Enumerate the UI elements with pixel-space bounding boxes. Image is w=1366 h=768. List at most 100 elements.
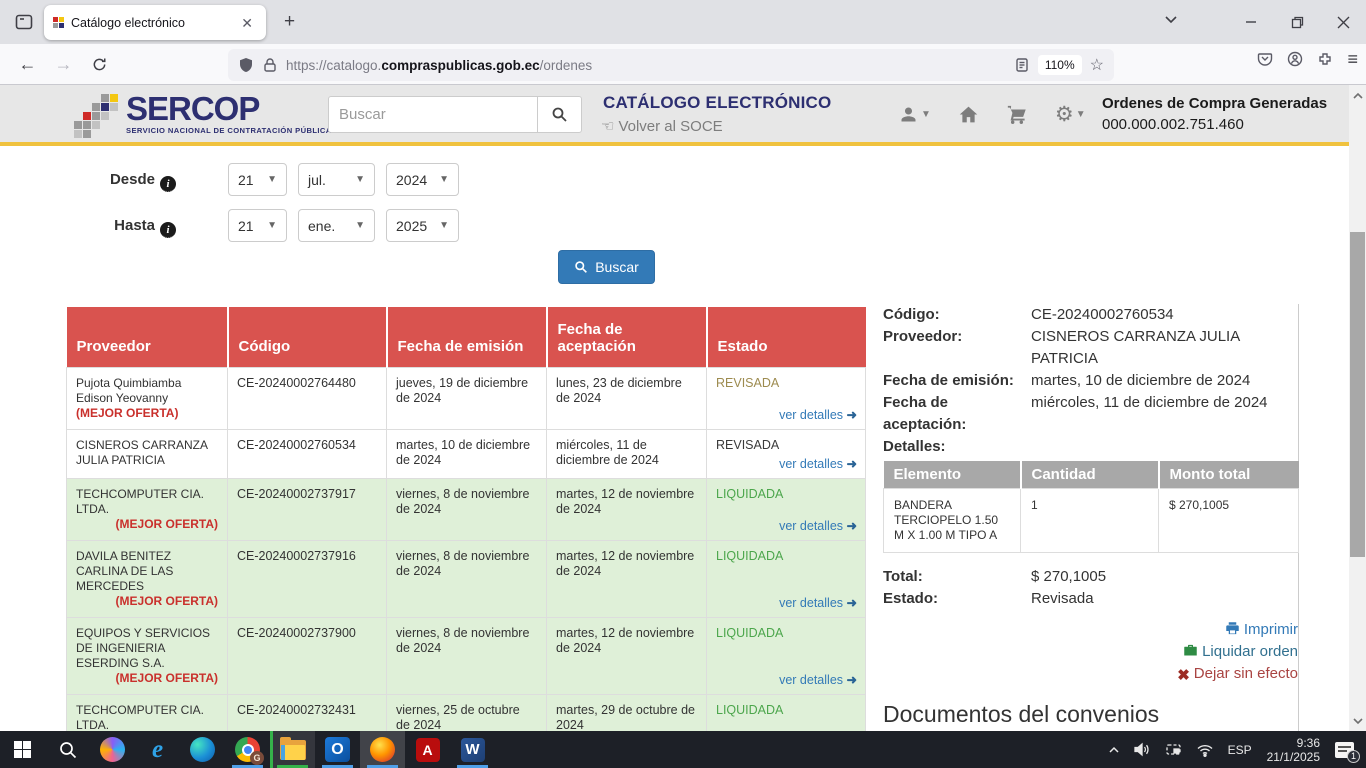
edge-icon[interactable] (180, 731, 225, 768)
browser-tab[interactable]: Catálogo electrónico ✕ (44, 5, 266, 40)
pocket-icon[interactable] (1257, 51, 1273, 69)
scroll-down-icon[interactable] (1349, 712, 1366, 729)
firefox-view-icon[interactable] (10, 8, 38, 36)
status-badge: LIQUIDADA (716, 703, 783, 717)
tab-favicon (53, 17, 64, 28)
account-icon[interactable] (1287, 51, 1303, 69)
taskbar-search-icon[interactable] (45, 731, 90, 768)
ver-detalles-link[interactable]: ver detalles ➜ (779, 408, 857, 423)
zoom-level[interactable]: 110% (1038, 55, 1082, 75)
restore-button[interactable] (1274, 0, 1320, 44)
list-all-tabs-icon[interactable] (1164, 12, 1178, 26)
window-scrollbar[interactable] (1349, 85, 1366, 731)
search-input[interactable] (328, 96, 537, 133)
status-badge: LIQUIDADA (716, 549, 783, 563)
ver-detalles-link[interactable]: ver detalles ➜ (779, 596, 857, 611)
word-icon[interactable]: W (450, 731, 495, 768)
back-button[interactable]: ← (12, 49, 43, 80)
lock-icon[interactable] (262, 56, 278, 74)
home-button[interactable] (958, 104, 979, 125)
scroll-up-icon[interactable] (1349, 87, 1366, 104)
brand-tagline: SERVICIO NACIONAL DE CONTRATACIÓN PÚBLIC… (126, 126, 332, 135)
imprimir-link[interactable]: Imprimir (883, 619, 1298, 641)
reader-mode-icon[interactable] (1014, 56, 1030, 74)
sercop-logo[interactable]: SERCOP SERVICIO NACIONAL DE CONTRATACIÓN… (74, 92, 332, 138)
status-badge: LIQUIDADA (716, 626, 783, 640)
start-button[interactable] (0, 731, 45, 768)
arrow-right-icon: ➜ (847, 596, 857, 610)
table-row[interactable]: CISNEROS CARRANZA JULIA PATRICIA CE-2024… (67, 429, 866, 478)
to-year-select[interactable]: 2025▼ (386, 209, 459, 242)
tray-chevron-up-icon[interactable] (1101, 731, 1127, 768)
page-content: Desdei 21▼ jul.▼ 2024▼ Hastai 21▼ ene.▼ … (0, 146, 1349, 731)
bookmark-star-icon[interactable]: ☆ (1090, 55, 1104, 75)
settings-menu-button[interactable]: ⚙▼ (1055, 102, 1086, 127)
reload-button[interactable] (84, 49, 115, 80)
volver-al-soce-link[interactable]: ☜ Volver al SOCE (601, 117, 723, 135)
shield-icon[interactable] (238, 56, 254, 74)
tab-title: Catálogo electrónico (71, 16, 230, 30)
language-indicator[interactable]: ESP (1221, 731, 1259, 768)
from-day-select[interactable]: 21▼ (228, 163, 287, 196)
close-window-button[interactable] (1320, 0, 1366, 44)
cart-button[interactable] (1006, 104, 1028, 126)
ver-detalles-link[interactable]: ver detalles ➜ (779, 519, 857, 534)
url-bar[interactable]: https://catalogo.compraspublicas.gob.ec/… (228, 49, 1114, 81)
total-label: Total: (883, 566, 1031, 588)
search-button[interactable] (537, 96, 582, 133)
acrobat-icon[interactable]: A (405, 731, 450, 768)
internet-explorer-icon[interactable]: e (135, 731, 180, 768)
scrollbar-thumb[interactable] (1350, 232, 1365, 557)
brand-name: SERCOP (126, 92, 332, 125)
forward-button[interactable]: → (48, 49, 79, 80)
detalles-label: Detalles: (883, 436, 1031, 458)
info-icon[interactable]: i (160, 176, 176, 192)
site-header: SERCOP SERVICIO NACIONAL DE CONTRATACIÓN… (0, 85, 1349, 146)
dejar-sin-efecto-link[interactable]: ✖Dejar sin efecto (883, 663, 1298, 687)
ver-detalles-link[interactable]: ver detalles ➜ (779, 457, 857, 472)
firefox-icon[interactable] (360, 731, 405, 768)
notification-badge: 1 (1347, 750, 1360, 763)
best-offer-badge: (MEJOR OFERTA) (76, 517, 218, 532)
table-row[interactable]: EQUIPOS Y SERVICIOS DE INGENIERIA ESERDI… (67, 617, 866, 694)
fecha-emision-value: martes, 10 de diciembre de 2024 (1031, 370, 1298, 392)
new-tab-button[interactable]: + (278, 10, 301, 34)
orders-counter: Ordenes de Compra Generadas 000.000.002.… (1102, 93, 1327, 135)
taskbar: e G O A W (0, 731, 1366, 768)
info-icon[interactable]: i (160, 222, 176, 238)
minimize-button[interactable] (1228, 0, 1274, 44)
ver-detalles-link[interactable]: ver detalles ➜ (779, 673, 857, 688)
chrome-icon[interactable]: G (225, 731, 270, 768)
best-offer-badge: (MEJOR OFERTA) (76, 594, 218, 609)
from-month-select[interactable]: jul.▼ (298, 163, 375, 196)
status-badge: REVISADA (716, 438, 779, 452)
copilot-icon[interactable] (90, 731, 135, 768)
estado-value: Revisada (1031, 588, 1298, 610)
to-month-select[interactable]: ene.▼ (298, 209, 375, 242)
codigo-value: CE-20240002760534 (1031, 304, 1298, 326)
arrow-right-icon: ➜ (847, 519, 857, 533)
screen-cast-icon[interactable] (1158, 731, 1189, 768)
best-offer-badge: (MEJOR OFERTA) (76, 671, 218, 686)
clock[interactable]: 9:36 21/1/2025 (1259, 736, 1328, 764)
tab-close-icon[interactable]: ✕ (237, 14, 257, 32)
volume-icon[interactable] (1127, 731, 1158, 768)
fecha-aceptacion-label: Fecha de aceptación: (883, 392, 1031, 436)
table-row[interactable]: Pujota Quimbiamba Edison Yeovanny (MEJOR… (67, 367, 866, 429)
extensions-icon[interactable] (1317, 51, 1333, 69)
to-day-select[interactable]: 21▼ (228, 209, 287, 242)
table-row[interactable]: TECHCOMPUTER CIA. LTDA.(MEJOR OFERTA) CE… (67, 478, 866, 540)
notification-center-icon[interactable]: 1 (1328, 731, 1366, 768)
status-badge: LIQUIDADA (716, 487, 783, 501)
order-items-table: Elemento Cantidad Monto total BANDERA TE… (883, 461, 1299, 553)
outlook-icon[interactable]: O (315, 731, 360, 768)
user-menu-button[interactable]: ▼ (898, 104, 931, 125)
from-year-select[interactable]: 2024▼ (386, 163, 459, 196)
menu-icon[interactable]: ≡ (1347, 49, 1358, 70)
table-row[interactable]: DAVILA BENITEZ CARLINA DE LAS MERCEDES(M… (67, 540, 866, 617)
orders-table: Proveedor Código Fecha de emisión Fecha … (66, 307, 866, 768)
buscar-button[interactable]: Buscar (558, 250, 655, 284)
liquidar-orden-link[interactable]: Liquidar orden (883, 641, 1298, 663)
wifi-icon[interactable] (1189, 731, 1221, 768)
file-explorer-icon[interactable] (270, 731, 315, 768)
